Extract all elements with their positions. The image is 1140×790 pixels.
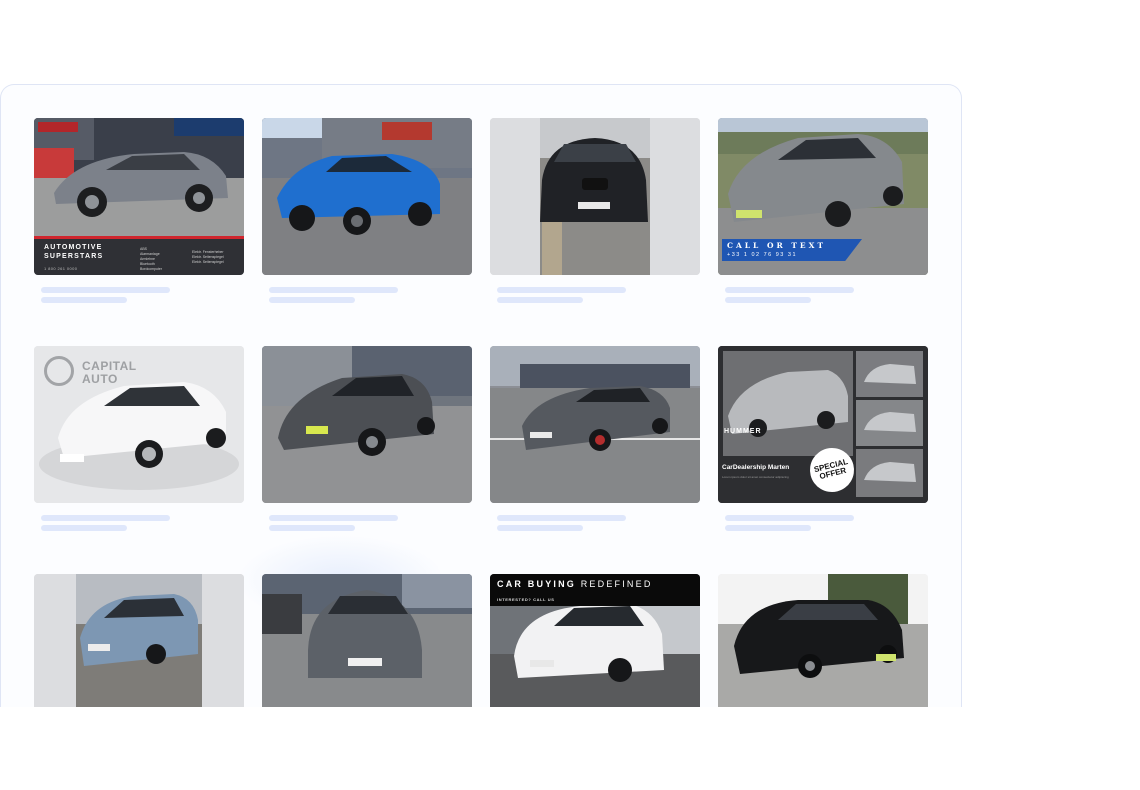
dealer-name: CarDealership Marten <box>722 464 790 471</box>
listing-photo-7[interactable] <box>490 346 700 503</box>
listing-card-6[interactable] <box>262 346 472 531</box>
car-photo-grey-audi-sedan <box>490 346 700 503</box>
car-photo-blue-suv <box>262 118 472 275</box>
listing-photo-1[interactable]: AUTOMOTIVE SUPERSTARS 1 800 261 0000 ABS… <box>34 118 244 275</box>
listing-photo-2[interactable] <box>262 118 472 275</box>
subtitle-placeholder <box>497 297 583 303</box>
banner-headline: AUTOMOTIVE SUPERSTARS <box>44 244 104 260</box>
car-photo-grey-stelvio <box>262 346 472 503</box>
listing-photo-3[interactable] <box>490 118 700 275</box>
listing-card-3[interactable] <box>490 118 700 303</box>
listing-card-12[interactable] <box>718 574 928 707</box>
call-to-action-phone: +33 1 02 76 93 31 <box>727 252 797 258</box>
listing-card-10[interactable] <box>262 574 472 707</box>
title-placeholder <box>269 515 398 521</box>
title-placeholder <box>725 515 854 521</box>
listing-photo-9[interactable] <box>34 574 244 707</box>
subtitle-placeholder <box>725 297 811 303</box>
listing-card-1[interactable]: AUTOMOTIVE SUPERSTARS 1 800 261 0000 ABS… <box>34 118 244 303</box>
dealer-details: Lorem ipsum dolor sit amet consectetur a… <box>722 475 789 479</box>
listing-photo-11[interactable]: CAR BUYING REDEFINED INTERESTED? CALL US <box>490 574 700 707</box>
title-placeholder <box>497 287 626 293</box>
listing-photo-4[interactable]: CALL OR TEXT +33 1 02 76 93 31 <box>718 118 928 275</box>
listing-card-11[interactable]: CAR BUYING REDEFINED INTERESTED? CALL US <box>490 574 700 707</box>
banner-features-left: ABS Alarmanlage Armlehne Bluetooth Bordc… <box>140 247 162 271</box>
subtitle-placeholder <box>269 297 355 303</box>
subtitle-placeholder <box>41 297 127 303</box>
listings-panel: AUTOMOTIVE SUPERSTARS 1 800 261 0000 ABS… <box>0 84 962 707</box>
title-placeholder <box>41 287 170 293</box>
car-photo-blue-renault-crossover <box>34 574 244 707</box>
subtitle-placeholder <box>725 525 811 531</box>
listing-photo-8[interactable]: HUMMER CarDealership Marten Lorem ipsum … <box>718 346 928 503</box>
listing-card-4[interactable]: CALL OR TEXT +33 1 02 76 93 31 <box>718 118 928 303</box>
call-to-action-title: CALL OR TEXT <box>727 241 827 250</box>
listing-card-9[interactable] <box>34 574 244 707</box>
brand-label: HUMMER <box>724 428 762 435</box>
watermark-text: CAPITAL AUTO <box>82 359 137 386</box>
banner-phone: 1 800 261 0000 <box>44 266 78 271</box>
listing-card-5[interactable]: CAPITAL AUTO <box>34 346 244 531</box>
subtitle-placeholder <box>269 525 355 531</box>
subtitle-placeholder <box>497 525 583 531</box>
listing-photo-6[interactable] <box>262 346 472 503</box>
car-photo-grey-renault-suv <box>262 574 472 707</box>
steering-wheel-icon <box>44 356 74 386</box>
listing-photo-12[interactable] <box>718 574 928 707</box>
car-photo-black-bmw-mpv <box>718 574 928 707</box>
car-photo-black-bmw-suv <box>490 118 700 275</box>
headline-subtitle: INTERESTED? CALL US <box>497 597 555 602</box>
title-placeholder <box>497 515 626 521</box>
headline-text: CAR BUYING REDEFINED <box>497 579 653 589</box>
title-placeholder <box>269 287 398 293</box>
subtitle-placeholder <box>41 525 127 531</box>
listing-card-2[interactable] <box>262 118 472 303</box>
listing-card-7[interactable] <box>490 346 700 531</box>
title-placeholder <box>41 515 170 521</box>
listing-photo-10[interactable] <box>262 574 472 707</box>
listing-card-8[interactable]: HUMMER CarDealership Marten Lorem ipsum … <box>718 346 928 531</box>
banner-features-right: Elektr. Fensterheber Elektr. Seitenspieg… <box>192 250 224 264</box>
title-placeholder <box>725 287 854 293</box>
listing-photo-5[interactable]: CAPITAL AUTO <box>34 346 244 503</box>
